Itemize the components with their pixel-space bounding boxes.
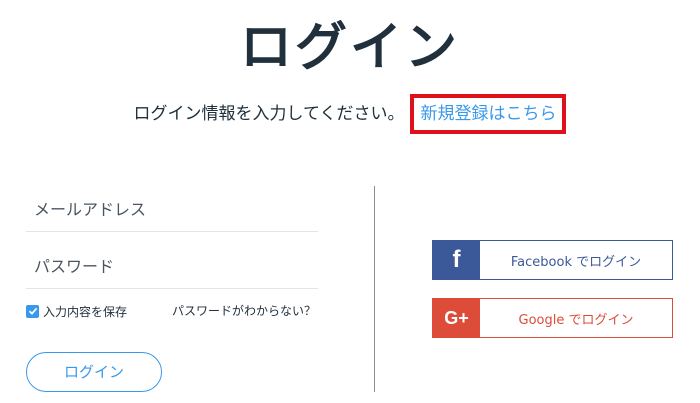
forgot-password-link[interactable]: パスワードがわからない？ — [172, 300, 316, 322]
subtitle-row: ログイン情報を入力してください。 新規登録はこちら — [0, 94, 700, 134]
password-input[interactable] — [26, 245, 318, 289]
login-button[interactable]: ログイン — [26, 352, 162, 392]
subtitle-text: ログイン情報を入力してください。 — [133, 104, 405, 124]
google-plus-icon: G+ — [444, 307, 469, 328]
facebook-login-label: Facebook でログイン — [510, 254, 642, 270]
remember-label: 入力内容を保存 — [43, 304, 128, 319]
checkmark-icon — [28, 307, 37, 315]
signup-link[interactable]: 新規登録はこちら — [410, 94, 567, 134]
page-title: ログイン — [239, 18, 460, 78]
facebook-icon: f — [452, 246, 461, 273]
facebook-login-button[interactable]: f Facebook でログイン — [432, 240, 673, 280]
remember-row: 入力内容を保存 — [26, 300, 127, 322]
facebook-icon-box: f — [433, 241, 480, 279]
divider — [374, 186, 375, 392]
google-login-button[interactable]: G+ Google でログイン — [432, 298, 673, 338]
remember-checkbox[interactable] — [26, 304, 39, 318]
google-icon-box: G+ — [433, 299, 480, 337]
email-input[interactable] — [26, 188, 318, 232]
google-login-label: Google でログイン — [518, 312, 634, 328]
